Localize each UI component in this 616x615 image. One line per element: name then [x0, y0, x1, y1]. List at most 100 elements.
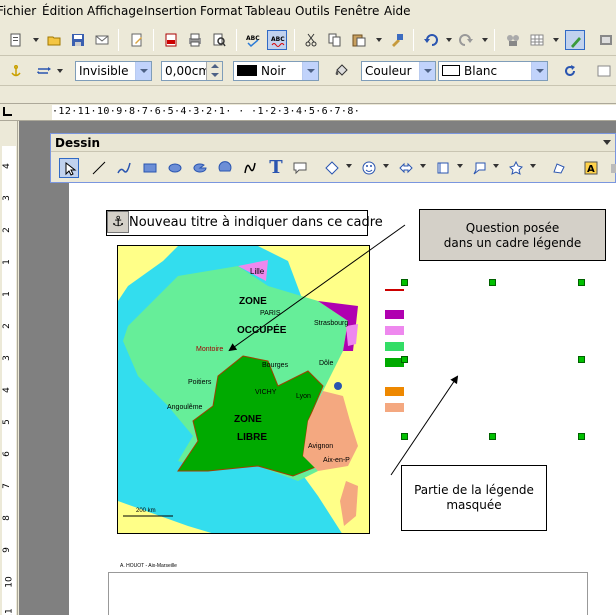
chevron-down-icon[interactable]: [457, 164, 463, 168]
table-icon[interactable]: [527, 30, 547, 50]
basic-shapes-icon[interactable]: [322, 158, 342, 178]
menu-affichage[interactable]: Affichage: [87, 4, 143, 18]
gallery-icon[interactable]: [596, 30, 616, 50]
chevron-down-icon[interactable]: [493, 164, 499, 168]
selection-handle-mr[interactable]: [578, 356, 585, 363]
show-draw-functions-icon[interactable]: [565, 30, 585, 50]
callout-tool-icon[interactable]: [290, 158, 310, 178]
cut-icon[interactable]: [301, 30, 321, 50]
title-text[interactable]: Nouveau titre à indiquer dans ce cadre: [129, 215, 383, 230]
open-folder-icon[interactable]: [44, 30, 64, 50]
paste-icon[interactable]: [349, 30, 369, 50]
arrow-style-dropdown-icon[interactable]: [57, 69, 63, 73]
anchor-icon[interactable]: ⚓: [107, 211, 129, 233]
drawing-toolbar-title[interactable]: Dessin: [51, 134, 615, 152]
spin-arrows-icon[interactable]: [206, 62, 222, 80]
block-arrows-icon[interactable]: [396, 158, 416, 178]
chevron-down-icon[interactable]: [419, 62, 435, 80]
menu-format[interactable]: Format: [200, 4, 242, 18]
callout-shapes-icon[interactable]: [469, 158, 489, 178]
curve-tool-icon[interactable]: [240, 158, 260, 178]
selection-handle-tc[interactable]: [489, 279, 496, 286]
chevron-down-icon[interactable]: [346, 164, 352, 168]
save-icon[interactable]: [68, 30, 88, 50]
menu-aide[interactable]: Aide: [384, 4, 411, 18]
fontwork-icon[interactable]: A: [581, 158, 601, 178]
lower-frame[interactable]: [108, 572, 588, 615]
print-preview-icon[interactable]: [209, 30, 229, 50]
edit-file-icon[interactable]: [127, 30, 147, 50]
rectangle-tool-icon[interactable]: [140, 158, 160, 178]
selection-handle-tr[interactable]: [578, 279, 585, 286]
line-width-field[interactable]: 0,00cm: [161, 61, 223, 81]
callout-question-box[interactable]: Question posée dans un cadre légende: [419, 209, 606, 261]
menu-insertion[interactable]: Insertion: [144, 4, 197, 18]
map-label-angouleme: Angoulême: [167, 404, 203, 411]
rotate-icon[interactable]: [560, 61, 580, 81]
chevron-down-icon[interactable]: [530, 164, 536, 168]
line-style-select[interactable]: Invisible: [75, 61, 152, 81]
selection-handle-ml[interactable]: [401, 356, 408, 363]
horizontal-ruler[interactable]: ·12·11·10·9·8·7·6·5·4·3·2·1· · ·1·2·3·4·…: [0, 103, 616, 121]
selection-handle-bl[interactable]: [401, 433, 408, 440]
area-style-select[interactable]: Couleur: [361, 61, 436, 81]
clone-format-icon[interactable]: [387, 30, 407, 50]
line-color-select[interactable]: Noir: [233, 61, 319, 81]
flowchart-icon[interactable]: [433, 158, 453, 178]
redo-icon[interactable]: [456, 30, 476, 50]
undo-dropdown-icon[interactable]: [446, 38, 452, 42]
freeform-line-icon[interactable]: [114, 158, 134, 178]
chevron-down-icon[interactable]: [135, 62, 151, 80]
chevron-down-icon[interactable]: [531, 62, 547, 80]
email-icon[interactable]: [92, 30, 112, 50]
france-map-image[interactable]: Lille ZONE PARIS Strasbourg OCCUPÉE Mont…: [117, 245, 370, 534]
anchor-icon[interactable]: [6, 61, 26, 81]
export-pdf-icon[interactable]: [161, 30, 181, 50]
menu-fenetre[interactable]: Fenêtre: [334, 4, 379, 18]
new-document-icon[interactable]: [6, 30, 26, 50]
text-tool-icon[interactable]: T: [266, 158, 286, 178]
menu-tableau[interactable]: Tableau: [245, 4, 291, 18]
wrap-icon[interactable]: [594, 61, 614, 81]
chevron-down-icon[interactable]: [302, 62, 318, 80]
selection-handle-bc[interactable]: [489, 433, 496, 440]
map-label-zone-libre: ZONE: [234, 414, 262, 425]
redo-dropdown-icon[interactable]: [482, 38, 488, 42]
points-edit-icon[interactable]: [549, 158, 569, 178]
navigator-icon[interactable]: [503, 30, 523, 50]
map-label-vichy: VICHY: [255, 389, 277, 396]
symbol-shapes-icon[interactable]: [359, 158, 379, 178]
stars-icon[interactable]: [506, 158, 526, 178]
paste-dropdown-icon[interactable]: [376, 38, 382, 42]
ellipse-pie-icon[interactable]: [190, 158, 210, 178]
select-arrow-icon[interactable]: [59, 158, 79, 178]
undo-icon[interactable]: [421, 30, 441, 50]
chevron-down-icon[interactable]: [420, 164, 426, 168]
tab-stop-icon[interactable]: [3, 107, 12, 116]
chevron-down-icon[interactable]: [383, 164, 389, 168]
menu-outils[interactable]: Outils: [295, 4, 330, 18]
new-dropdown-icon[interactable]: [33, 38, 39, 42]
area-fill-select[interactable]: Blanc: [438, 61, 548, 81]
ellipse-tool-icon[interactable]: [165, 158, 185, 178]
print-icon[interactable]: [185, 30, 205, 50]
arrow-style-icon[interactable]: [34, 61, 54, 81]
line-tool-icon[interactable]: [89, 158, 109, 178]
vertical-ruler[interactable]: 4 3 2 1 1 2 3 4 5 6 7 8 9 10 11: [0, 121, 18, 615]
menu-edition[interactable]: Édition: [42, 4, 84, 18]
map-label-avignon: Avignon: [308, 443, 334, 450]
table-dropdown-icon[interactable]: [553, 38, 559, 42]
selection-handle-br[interactable]: [578, 433, 585, 440]
callout-hidden-box[interactable]: Partie de la légende masquée: [401, 465, 547, 531]
autospellcheck-icon[interactable]: ABC: [267, 30, 287, 50]
selection-handle-tl[interactable]: [401, 279, 408, 286]
spellcheck-icon[interactable]: ABC: [243, 30, 263, 50]
chevron-down-icon[interactable]: [603, 140, 611, 145]
copy-icon[interactable]: [325, 30, 345, 50]
legend-swatch-annexed: [385, 310, 404, 319]
menu-fichier[interactable]: Fichier: [0, 4, 36, 18]
title-text-frame[interactable]: ⚓ Nouveau titre à indiquer dans ce cadre: [106, 210, 383, 236]
area-fill-icon[interactable]: [331, 61, 351, 81]
from-file-icon[interactable]: [607, 158, 616, 178]
circle-segment-icon[interactable]: [215, 158, 235, 178]
